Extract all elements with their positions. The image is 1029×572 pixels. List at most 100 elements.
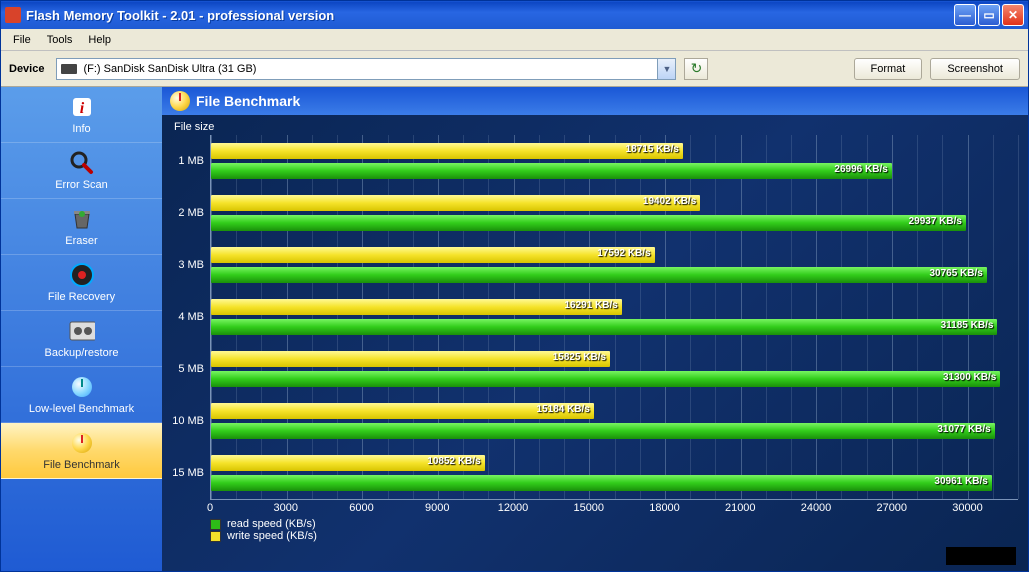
swatch-write <box>210 531 221 542</box>
minimize-button[interactable]: — <box>954 4 976 26</box>
content-title: File Benchmark <box>196 93 300 109</box>
chart-legend: read speed (KB/s) write speed (KB/s) <box>210 518 1018 542</box>
sidebar-item-label: Low-level Benchmark <box>29 403 134 415</box>
bar-write-label: 19402 KB/s <box>643 196 696 207</box>
chart-category-label: 3 MB <box>172 239 210 291</box>
bar-write-label: 15184 KB/s <box>537 404 590 415</box>
close-button[interactable]: ✕ <box>1002 4 1024 26</box>
sidebar-item-file-benchmark[interactable]: File Benchmark <box>1 423 162 479</box>
tape-icon <box>69 318 95 344</box>
chart-row: 18715 KB/s 26996 KB/s <box>211 135 1018 187</box>
x-tick-label: 15000 <box>573 502 604 514</box>
app-window: Flash Memory Toolkit - 2.01 - profession… <box>0 0 1029 572</box>
bar-read-label: 29937 KB/s <box>909 216 962 227</box>
sidebar-item-label: Info <box>72 123 90 135</box>
chart-category-label: 2 MB <box>172 187 210 239</box>
x-tick-label: 12000 <box>498 502 529 514</box>
chevron-down-icon[interactable]: ▼ <box>657 59 675 79</box>
bar-read: 26996 KB/s <box>211 163 892 179</box>
x-tick-label: 21000 <box>725 502 756 514</box>
bar-read: 31077 KB/s <box>211 423 995 439</box>
chart-categories: 1 MB2 MB3 MB4 MB5 MB10 MB15 MB <box>172 135 210 500</box>
content-header: File Benchmark <box>162 87 1028 115</box>
sidebar-item-low-level-benchmark[interactable]: Low-level Benchmark <box>1 367 162 423</box>
sidebar-item-error-scan[interactable]: Error Scan <box>1 143 162 199</box>
content-panel: File Benchmark File size 1 MB2 MB3 MB4 M… <box>162 87 1028 571</box>
bar-read: 30765 KB/s <box>211 267 987 283</box>
trash-icon <box>69 206 95 232</box>
x-tick-label: 24000 <box>801 502 832 514</box>
x-tick-label: 6000 <box>349 502 373 514</box>
bar-read-label: 30961 KB/s <box>934 476 987 487</box>
sidebar-item-backup-restore[interactable]: Backup/restore <box>1 311 162 367</box>
info-icon: i <box>69 94 95 120</box>
sidebar-item-label: Eraser <box>65 235 97 247</box>
bar-read-label: 31300 KB/s <box>943 372 996 383</box>
device-label: Device <box>9 63 44 75</box>
chart-row: 16291 KB/s 31185 KB/s <box>211 291 1018 343</box>
stopwatch-icon <box>69 430 95 456</box>
stopwatch-icon <box>69 374 95 400</box>
sidebar-item-label: Backup/restore <box>45 347 119 359</box>
bar-read-label: 31077 KB/s <box>937 424 990 435</box>
x-tick-label: 0 <box>207 502 213 514</box>
sidebar-item-label: File Benchmark <box>43 459 119 471</box>
legend-read: read speed (KB/s) <box>210 518 1018 530</box>
bar-write-label: 16291 KB/s <box>564 300 617 311</box>
device-value: (F:) SanDisk SanDisk Ultra (31 GB) <box>83 63 256 75</box>
format-button[interactable]: Format <box>854 58 923 80</box>
chart-category-label: 5 MB <box>172 343 210 395</box>
bar-write: 17592 KB/s <box>211 247 655 263</box>
chart-ylabel: File size <box>174 121 1018 133</box>
titlebar: Flash Memory Toolkit - 2.01 - profession… <box>1 1 1028 29</box>
menu-help[interactable]: Help <box>80 32 119 48</box>
bar-read-label: 26996 KB/s <box>834 164 887 175</box>
screenshot-button[interactable]: Screenshot <box>930 58 1020 80</box>
chart-row: 15825 KB/s 31300 KB/s <box>211 343 1018 395</box>
sidebar-item-label: Error Scan <box>55 179 108 191</box>
menu-tools[interactable]: Tools <box>39 32 81 48</box>
legend-read-label: read speed (KB/s) <box>227 518 316 530</box>
redacted-area <box>946 547 1016 565</box>
chart-category-label: 10 MB <box>172 395 210 447</box>
swatch-read <box>210 519 221 530</box>
bar-write-label: 18715 KB/s <box>626 144 679 155</box>
sidebar-item-file-recovery[interactable]: File Recovery <box>1 255 162 311</box>
bar-write-label: 17592 KB/s <box>597 248 650 259</box>
chart-category-label: 15 MB <box>172 447 210 499</box>
bar-read: 31185 KB/s <box>211 319 997 335</box>
x-tick-label: 9000 <box>425 502 449 514</box>
menu-file[interactable]: File <box>5 32 39 48</box>
bar-write: 15825 KB/s <box>211 351 610 367</box>
window-controls: — ▭ ✕ <box>954 4 1024 26</box>
menubar: File Tools Help <box>1 29 1028 51</box>
sidebar-item-info[interactable]: i Info <box>1 87 162 143</box>
bar-write-label: 15825 KB/s <box>553 352 606 363</box>
bar-read: 29937 KB/s <box>211 215 966 231</box>
bar-write-label: 10852 KB/s <box>427 456 480 467</box>
app-icon <box>5 7 21 23</box>
stopwatch-icon <box>170 91 190 111</box>
main-area: i Info Error Scan Eraser File <box>1 87 1028 571</box>
chart-row: 15184 KB/s 31077 KB/s <box>211 395 1018 447</box>
bar-read: 31300 KB/s <box>211 371 1000 387</box>
chart-category-label: 4 MB <box>172 291 210 343</box>
legend-write: write speed (KB/s) <box>210 530 1018 542</box>
chart-category-label: 1 MB <box>172 135 210 187</box>
x-tick-label: 27000 <box>876 502 907 514</box>
legend-write-label: write speed (KB/s) <box>227 530 317 542</box>
magnifier-icon <box>69 150 95 176</box>
bar-write: 15184 KB/s <box>211 403 594 419</box>
bar-write: 19402 KB/s <box>211 195 700 211</box>
bar-write: 18715 KB/s <box>211 143 683 159</box>
maximize-button[interactable]: ▭ <box>978 4 1000 26</box>
chart-plot: 18715 KB/s 26996 KB/s 19402 KB/s 29937 KB/s… <box>210 135 1018 500</box>
sidebar: i Info Error Scan Eraser File <box>1 87 162 571</box>
x-tick-label: 3000 <box>274 502 298 514</box>
sidebar-item-eraser[interactable]: Eraser <box>1 199 162 255</box>
refresh-button[interactable]: ↻ <box>684 58 708 80</box>
chart-row: 19402 KB/s 29937 KB/s <box>211 187 1018 239</box>
x-tick-label: 18000 <box>649 502 680 514</box>
bar-write: 16291 KB/s <box>211 299 622 315</box>
device-select[interactable]: (F:) SanDisk SanDisk Ultra (31 GB) ▼ <box>56 58 676 80</box>
